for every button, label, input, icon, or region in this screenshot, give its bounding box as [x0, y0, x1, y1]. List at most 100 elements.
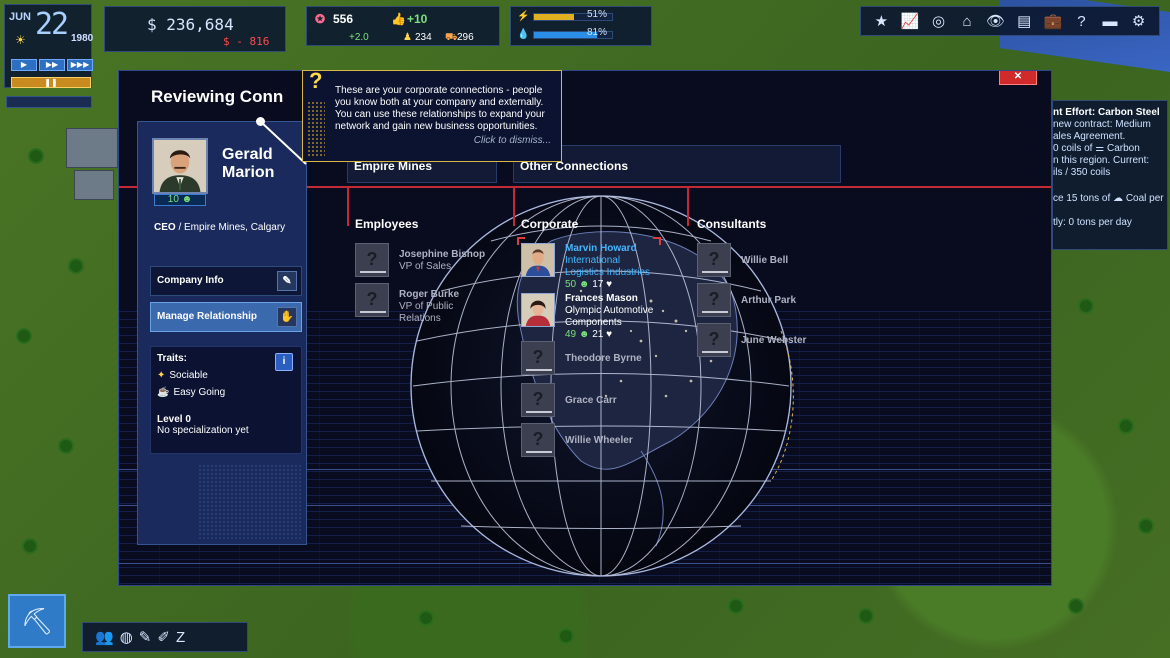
decorative-pattern: [307, 101, 325, 157]
tree: [860, 610, 872, 622]
play-speed-3-button[interactable]: ▶▶▶: [67, 59, 93, 71]
level-badge: 10 ☻: [154, 194, 206, 206]
contact-card[interactable]: Frances Mason Olympic Automotive Compone…: [521, 293, 671, 340]
company-info-button[interactable]: Company Info ✎: [150, 266, 302, 296]
date-month: JUN: [9, 11, 32, 23]
unknown-contact-icon: ?: [521, 341, 555, 375]
contact-card[interactable]: ? Arthur Park: [697, 283, 847, 317]
road-tool-icon[interactable]: ✎: [139, 628, 152, 646]
contact-card[interactable]: ? June Webster: [697, 323, 847, 357]
connection-line: [347, 186, 349, 226]
power-bar-fill: [534, 14, 574, 20]
profile-panel: 10 ☻ Gerald Marion CEO / Empire Mines, C…: [137, 121, 307, 545]
tree: [560, 630, 572, 642]
research-icon[interactable]: ◎: [927, 12, 949, 30]
tooltip-anchor-dot: [256, 117, 265, 126]
contact-card[interactable]: ? Willie Wheeler: [521, 423, 671, 457]
help-icon[interactable]: ?: [1070, 13, 1092, 30]
crane-icon: ⛏: [20, 606, 54, 636]
profile-first-name: Gerald: [222, 146, 273, 163]
network-icon[interactable]: ◍: [120, 628, 133, 646]
unknown-contact-icon: ?: [355, 283, 389, 317]
contact-card[interactable]: ? Josephine Bishop VP of Sales: [355, 243, 505, 277]
money-panel: $ 236,684 $ - 816: [104, 6, 286, 52]
info-icon[interactable]: i: [275, 353, 293, 371]
contact-card[interactable]: ? Grace Carr: [521, 383, 671, 417]
contact-stats: 49 ☻ 21 ♥: [565, 329, 612, 340]
connections-dialog: Reviewing Conn Empire Mines Other Connec…: [118, 70, 1052, 586]
view-icon[interactable]: 👁: [985, 12, 1007, 30]
profile-role: CEO / Empire Mines, Calgary: [154, 222, 285, 233]
vehicle-icon[interactable]: ▬: [1099, 13, 1121, 30]
contact-name: Josephine Bishop: [399, 249, 486, 260]
date-year: 1980: [71, 33, 94, 44]
unknown-contact-icon: ?: [355, 243, 389, 277]
contact-card-selected[interactable]: Marvin Howard International Logistics In…: [517, 237, 671, 290]
star-icon[interactable]: ★: [870, 12, 892, 30]
contact-name: Arthur Park: [741, 295, 797, 306]
close-button[interactable]: ✕: [999, 71, 1037, 85]
connection-line: [687, 186, 689, 226]
approval-value: +10: [407, 12, 428, 26]
contact-card[interactable]: ? Willie Bell: [697, 243, 847, 277]
vehicles-icon: ⛟: [445, 32, 458, 43]
level-block: Level 0 No specialization yet: [157, 414, 295, 436]
tree: [1140, 520, 1152, 532]
power-percent: 51%: [587, 9, 608, 20]
main-toolbar: ★ 📈 ◎ ⌂ 👁 ▤ 💼 ? ▬ ⚙: [860, 6, 1160, 36]
company-label: / Empire Mines, Calgary: [178, 222, 286, 233]
tab-other-connections[interactable]: Other Connections: [513, 145, 841, 183]
selection-corner: [653, 237, 661, 245]
profile-name: Gerald Marion: [222, 146, 274, 182]
settings-gear-icon[interactable]: ⚙: [1128, 12, 1150, 30]
employees-heading: Employees: [355, 217, 419, 231]
play-speed-2-button[interactable]: ▶▶: [39, 59, 65, 71]
corporate-heading: Corporate: [521, 217, 579, 231]
avatar: [521, 293, 555, 327]
contact-card[interactable]: ? Roger Burke VP of Public Relations: [355, 283, 505, 324]
consultants-heading: Consultants: [697, 217, 767, 231]
tree: [420, 612, 432, 624]
contact-affinity: 21 ♥: [592, 329, 613, 340]
dialog-title: Reviewing Conn: [151, 87, 284, 106]
tooltip-text: These are your corporate connections - p…: [335, 85, 545, 132]
handshake-icon: ✋: [277, 307, 297, 327]
workers-icon: ♟: [403, 32, 412, 43]
approval-icon: 👍: [391, 12, 406, 26]
factory-icon[interactable]: ⌂: [956, 13, 978, 30]
tree: [30, 150, 42, 162]
avatar: [521, 243, 555, 277]
quest-panel[interactable]: nt Effort: Carbon Steel new contract: Me…: [1052, 100, 1168, 250]
date-day: 22: [35, 7, 69, 42]
contact-name: Marvin Howard: [565, 243, 637, 254]
reputation-delta: +2.0: [349, 32, 369, 43]
manage-relationship-button[interactable]: Manage Relationship ✋: [150, 302, 302, 332]
stats-panel: ✪ 556 +2.0 👍 +10 ♟ 234 ⛟ 296: [306, 6, 500, 46]
unknown-contact-icon: ?: [697, 243, 731, 277]
water-icon: 💧: [517, 29, 530, 40]
build-crane-button[interactable]: ⛏: [8, 594, 66, 648]
contact-title: VP of Public Relations: [399, 301, 454, 324]
people-icon[interactable]: 👥: [95, 628, 114, 646]
money-change: $ - 816: [223, 35, 270, 48]
profile-last-name: Marion: [222, 164, 275, 181]
briefcase-icon[interactable]: 💼: [1042, 12, 1064, 30]
document-icon[interactable]: ▤: [1013, 12, 1035, 30]
decorative-pattern: [198, 464, 302, 540]
quest-line: new contract: Medium: [1053, 119, 1151, 130]
factory-building[interactable]: [74, 170, 114, 200]
contact-card[interactable]: ? Theodore Byrne: [521, 341, 671, 375]
quest-line: ce 15 tons of ☁ Coal per: [1053, 193, 1164, 204]
tooltip-dismiss-hint[interactable]: Click to dismiss...: [474, 135, 551, 147]
tutorial-tooltip[interactable]: ? These are your corporate connections -…: [302, 70, 562, 162]
pause-button[interactable]: ❚❚: [11, 77, 91, 88]
quest-line: tly: 0 tons per day: [1053, 217, 1132, 228]
trait-item: ✦ Sociable: [157, 370, 295, 381]
unknown-contact-icon: ?: [521, 423, 555, 457]
factory-building[interactable]: [66, 128, 118, 168]
contact-stats: 50 ☻ 17 ♥: [565, 279, 612, 290]
zone-tool-icon[interactable]: Z: [176, 629, 185, 646]
rail-tool-icon[interactable]: ✐: [157, 628, 170, 646]
chart-icon[interactable]: 📈: [899, 12, 921, 30]
play-speed-1-button[interactable]: ▶: [11, 59, 37, 71]
